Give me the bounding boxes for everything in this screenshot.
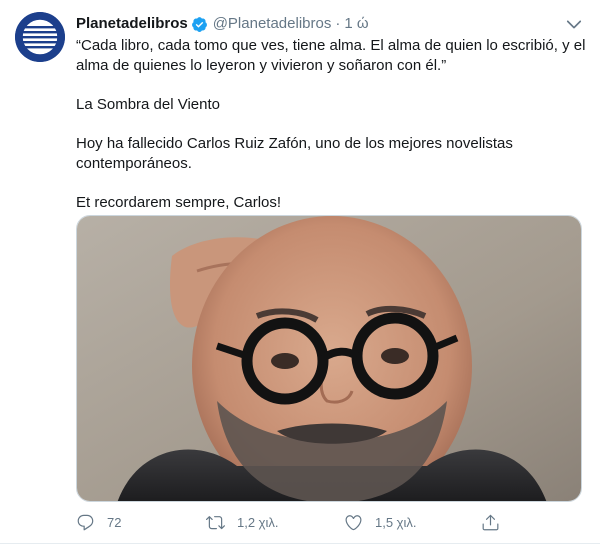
tweet-header: Planetadelibros @Planetadelibros · 1 ώ bbox=[76, 14, 588, 34]
retweet-button[interactable]: 1,2 χιλ. bbox=[206, 511, 279, 533]
tweet-paragraph: Et recordarem sempre, Carlos! bbox=[76, 194, 282, 211]
tweet[interactable]: Planetadelibros @Planetadelibros · 1 ώ “… bbox=[0, 0, 600, 544]
planeta-globe-logo bbox=[15, 12, 65, 62]
like-button[interactable]: 1,5 χιλ. bbox=[344, 511, 417, 533]
author-handle[interactable]: @Planetadelibros bbox=[213, 14, 332, 34]
tweet-photo[interactable] bbox=[76, 215, 582, 502]
retweet-icon bbox=[206, 513, 225, 532]
share-button[interactable] bbox=[481, 511, 500, 533]
reply-button[interactable]: 72 bbox=[76, 511, 121, 533]
tweet-timestamp[interactable]: 1 ώ bbox=[344, 14, 368, 34]
avatar[interactable] bbox=[15, 12, 65, 62]
tweet-paragraph: La Sombra del Viento bbox=[76, 96, 220, 113]
portrait-image bbox=[77, 216, 581, 501]
tweet-paragraph: “Cada libro, cada tomo que ves, tiene al… bbox=[76, 37, 586, 74]
share-icon bbox=[481, 513, 500, 532]
tweet-actions: 72 1,2 χιλ. 1,5 χιλ. bbox=[76, 511, 516, 533]
tweet-text: “Cada libro, cada tomo que ves, tiene al… bbox=[76, 36, 586, 213]
reply-icon bbox=[76, 513, 95, 532]
retweet-count: 1,2 χιλ. bbox=[237, 514, 279, 530]
tweet-paragraph: Hoy ha fallecido Carlos Ruiz Zafón, uno … bbox=[76, 135, 513, 172]
verified-badge-icon bbox=[191, 16, 208, 33]
separator-dot: · bbox=[335, 15, 341, 32]
author-name[interactable]: Planetadelibros bbox=[76, 14, 188, 34]
chevron-down-icon[interactable] bbox=[564, 14, 584, 34]
like-count: 1,5 χιλ. bbox=[375, 514, 417, 530]
reply-count: 72 bbox=[107, 514, 122, 530]
heart-icon bbox=[344, 513, 363, 532]
